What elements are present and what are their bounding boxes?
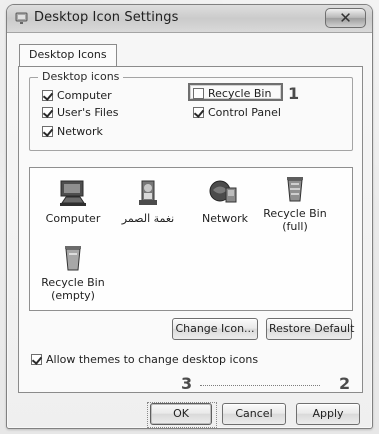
tab-panel: Desktop icons Computer User's Files Netw… [18,66,363,393]
list-item-recycle-bin-full[interactable]: Recycle Bin (full) [260,173,330,233]
desktop-icons-group-title: Desktop icons [38,70,124,84]
list-item-user-files[interactable]: نغمة الصمر [113,178,183,225]
users-files-option-label: User's Files [57,106,119,119]
close-icon: ✕ [339,9,352,27]
tab-desktop-icons[interactable]: Desktop Icons [19,44,117,68]
network-option-label: Network [57,125,103,138]
restore-default-button[interactable]: Restore Default [266,318,354,340]
ok-button[interactable]: OK [150,403,212,425]
computer-checkbox[interactable] [42,90,53,101]
allow-themes-option[interactable]: Allow themes to change desktop icons [31,353,259,366]
icon-actions: Change Icon... Restore Default [172,318,354,340]
list-item-computer[interactable]: Computer [38,178,108,225]
list-item-user-files-label: نغمة الصمر [121,212,175,225]
users-files-option[interactable]: User's Files [42,106,119,119]
change-icon-button[interactable]: Change Icon... [172,318,258,340]
tab-desktop-icons-label: Desktop Icons [29,48,107,61]
control-panel-checkbox[interactable] [193,107,204,118]
allow-themes-checkbox[interactable] [31,354,42,365]
network-icon [209,180,237,203]
control-panel-option[interactable]: Control Panel [193,106,282,119]
network-checkbox[interactable] [42,126,53,137]
marker-2: 2 [339,374,351,393]
desktop-icon-list[interactable]: Computer نغمة الصمر Network Recycle Bin … [29,167,353,311]
user-files-icon [139,180,157,205]
tab-strip: Desktop Icons [19,43,117,68]
recycle-bin-option-label: Recycle Bin [208,87,272,100]
cancel-button[interactable]: Cancel [222,403,286,425]
recycle-bin-empty-icon [65,246,81,271]
apply-button[interactable]: Apply [296,403,360,425]
list-item-recycle-bin-empty[interactable]: Recycle Bin (empty) [38,242,108,302]
list-item-computer-label: Computer [45,212,101,225]
computer-option[interactable]: Computer [42,89,113,102]
recycle-bin-option[interactable]: Recycle Bin [193,87,272,100]
list-item-network-label: Network [202,212,248,225]
marker-guide [200,385,320,386]
allow-themes-label: Allow themes to change desktop icons [46,353,259,366]
recycle-bin-checkbox[interactable] [193,88,204,99]
close-button[interactable]: ✕ [325,8,366,28]
network-option[interactable]: Network [42,125,104,138]
page: Desktop Icon Settings ✕ Desktop Icons De… [0,0,379,434]
title-bar: Desktop Icon Settings ✕ [7,5,372,33]
control-panel-option-label: Control Panel [208,106,281,119]
recycle-bin-full-icon [287,177,303,202]
computer-icon [60,180,86,206]
dialog-footer: OK Cancel Apply [7,397,372,428]
users-files-checkbox[interactable] [42,107,53,118]
list-item-recycle-bin-empty-label: Recycle Bin (empty) [41,276,105,302]
marker-3: 3 [181,374,193,393]
dialog-window: Desktop Icon Settings ✕ Desktop Icons De… [6,4,373,429]
footer-buttons: OK Cancel Apply [150,403,360,425]
list-item-recycle-bin-full-label: Recycle Bin (full) [263,207,327,233]
window-title: Desktop Icon Settings [34,10,179,25]
computer-option-label: Computer [57,89,112,102]
window-icon [15,12,28,24]
desktop-icons-group: Desktop icons Computer User's Files Netw… [29,70,353,151]
list-item-network[interactable]: Network [190,178,260,225]
marker-1: 1 [288,84,300,103]
